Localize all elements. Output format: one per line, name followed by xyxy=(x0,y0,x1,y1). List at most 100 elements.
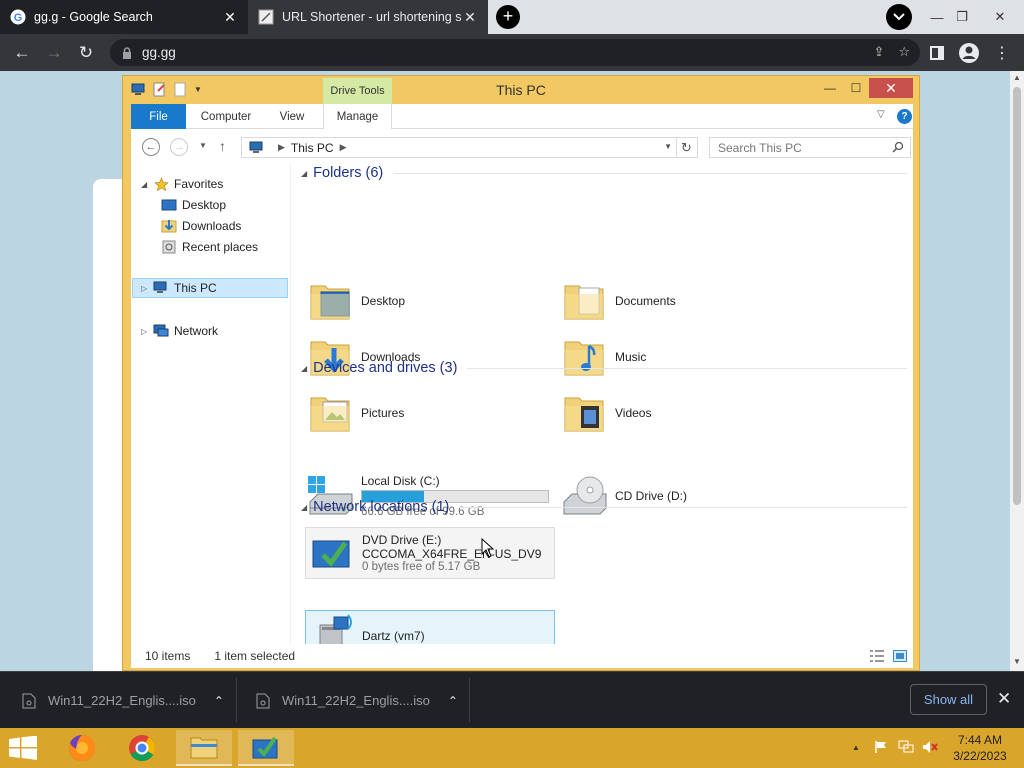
page-scrollbar[interactable]: ▲ ▼ xyxy=(1010,71,1024,671)
system-clock[interactable]: 7:44 AM 3/22/2023 xyxy=(940,732,1020,764)
breadcrumb-this-pc[interactable]: This PC xyxy=(291,141,334,155)
address-dropdown-icon[interactable]: ▼ xyxy=(664,142,672,151)
address-bar[interactable]: gg.gg ⇪ ☆ xyxy=(110,39,920,66)
ribbon-tab-view[interactable]: View xyxy=(268,104,316,129)
nav-item-desktop[interactable]: Desktop xyxy=(161,195,226,215)
group-header-folders[interactable]: ◢ Folders (6) xyxy=(301,163,907,183)
share-icon[interactable]: ⇪ xyxy=(873,44,884,60)
chevron-up-icon[interactable]: ⌃ xyxy=(448,694,458,708)
help-icon[interactable]: ? xyxy=(897,109,912,124)
videos-folder-icon xyxy=(559,388,609,438)
show-hidden-icons[interactable]: ▲ xyxy=(852,743,860,752)
desktop-icon xyxy=(161,197,177,213)
collapse-group-icon[interactable]: ◢ xyxy=(301,169,307,178)
ribbon-tab-computer[interactable]: Computer xyxy=(191,104,261,129)
folder-documents[interactable]: Documents xyxy=(559,275,809,327)
selection-count: 1 item selected xyxy=(214,649,296,663)
close-downloads-bar-icon[interactable]: ✕ xyxy=(997,689,1011,709)
nav-item-this-pc[interactable]: ▷ This PC xyxy=(132,278,288,298)
explorer-minimize-button[interactable]: — xyxy=(819,78,841,98)
large-icons-view-icon[interactable] xyxy=(893,650,907,665)
back-button[interactable]: ← xyxy=(9,40,35,66)
nav-item-favorites[interactable]: ◢ Favorites xyxy=(141,174,223,194)
show-all-button[interactable]: Show all xyxy=(910,684,987,715)
breadcrumb-arrow-icon[interactable]: ▶ xyxy=(340,142,347,153)
back-icon[interactable]: ← xyxy=(142,138,160,156)
close-window-button[interactable]: ✕ xyxy=(985,0,1015,34)
forward-icon[interactable]: → xyxy=(170,138,188,156)
nav-item-network[interactable]: ▷ Network xyxy=(141,321,218,341)
explorer-titlebar[interactable]: ▼ Drive Tools This PC — ☐ ✕ xyxy=(123,76,919,104)
restore-button[interactable]: ❐ xyxy=(947,0,977,34)
mouse-cursor-icon xyxy=(481,538,495,558)
side-panel-button[interactable] xyxy=(924,40,950,66)
chrome-icon xyxy=(129,735,156,762)
setup-icon xyxy=(252,736,278,759)
scroll-thumb[interactable] xyxy=(1013,87,1021,505)
chevron-up-icon[interactable]: ⌃ xyxy=(214,694,224,708)
side-panel-icon xyxy=(930,46,944,60)
nav-item-downloads[interactable]: Downloads xyxy=(161,216,241,236)
expand-icon[interactable]: ▷ xyxy=(141,284,151,293)
close-tab-icon[interactable]: ✕ xyxy=(462,9,478,26)
location-bar[interactable]: ▶ This PC ▶ ▼ xyxy=(241,137,677,158)
download-item[interactable]: Win11_22H2_Englis....iso ⌃ xyxy=(22,672,224,729)
forward-button[interactable]: → xyxy=(41,40,67,66)
google-icon: G xyxy=(10,9,26,25)
folder-pictures[interactable]: Pictures xyxy=(305,387,555,439)
collapse-group-icon[interactable]: ◢ xyxy=(301,364,307,373)
group-header-devices[interactable]: ◢ Devices and drives (3) xyxy=(301,358,907,378)
recent-locations-icon[interactable]: ▼ xyxy=(199,141,207,150)
network-tray-icon[interactable] xyxy=(898,740,914,757)
collapse-icon[interactable]: ◢ xyxy=(141,180,151,189)
taskbar-setup[interactable] xyxy=(238,730,294,766)
taskbar-firefox[interactable] xyxy=(54,730,110,766)
explorer-maximize-button[interactable]: ☐ xyxy=(845,78,867,98)
drive-dvd-e[interactable]: DVD Drive (E:) CCCOMA_X64FRE_EN-US_DV9 0… xyxy=(305,527,555,579)
bookmark-star-icon[interactable]: ☆ xyxy=(898,44,910,60)
folder-videos[interactable]: Videos xyxy=(559,387,809,439)
clock-time: 7:44 AM xyxy=(957,733,1003,747)
collapse-group-icon[interactable]: ◢ xyxy=(301,503,307,512)
firefox-icon xyxy=(69,735,95,761)
file-explorer-window: ▼ Drive Tools This PC — ☐ ✕ File Compute… xyxy=(122,75,920,671)
volume-muted-icon[interactable] xyxy=(922,740,938,757)
tab-title: gg.g - Google Search xyxy=(34,10,153,24)
menu-button[interactable]: ⋮ xyxy=(989,40,1015,66)
download-item[interactable]: Win11_22H2_Englis....iso ⌃ xyxy=(256,672,458,729)
tab-search-button[interactable] xyxy=(886,4,912,30)
refresh-button[interactable]: ↻ xyxy=(676,137,698,158)
drive-c-name: Local Disk (C:) xyxy=(361,474,440,488)
flag-icon[interactable] xyxy=(874,740,888,757)
expand-ribbon-icon[interactable]: ▽ xyxy=(877,109,885,120)
tab-google-search[interactable]: G gg.g - Google Search ✕ xyxy=(0,0,248,34)
taskbar: ▲ 7:44 AM 3/22/2023 xyxy=(0,728,1024,768)
browser-tab-strip: G gg.g - Google Search ✕ URL Shortener -… xyxy=(0,0,1024,34)
taskbar-chrome[interactable] xyxy=(114,730,170,766)
ribbon-tab-file[interactable]: File xyxy=(131,104,186,129)
details-view-icon[interactable] xyxy=(869,650,885,665)
avatar-icon xyxy=(959,43,979,63)
folder-desktop[interactable]: Desktop xyxy=(305,275,555,327)
items-pane: ◢ Folders (6) Desktop Documents Download… xyxy=(297,163,913,662)
profile-button[interactable] xyxy=(956,40,982,66)
up-icon[interactable]: ↑ xyxy=(219,138,226,154)
download-filename: Win11_22H2_Englis....iso xyxy=(48,693,196,708)
new-tab-button[interactable]: + xyxy=(496,5,520,29)
tab-url-shortener[interactable]: URL Shortener - url shortening se ✕ xyxy=(248,0,488,34)
search-input[interactable]: Search This PC xyxy=(709,137,911,158)
taskbar-file-explorer[interactable] xyxy=(176,730,232,766)
search-placeholder: Search This PC xyxy=(718,141,802,155)
breadcrumb-arrow-icon[interactable]: ▶ xyxy=(278,142,285,153)
windows-start-icon[interactable] xyxy=(8,735,38,763)
close-tab-icon[interactable]: ✕ xyxy=(222,9,238,26)
expand-icon[interactable]: ▷ xyxy=(141,327,151,336)
ribbon-tab-manage[interactable]: Manage xyxy=(323,104,392,129)
link-icon xyxy=(258,9,274,25)
scroll-up-icon[interactable]: ▲ xyxy=(1013,73,1021,82)
group-header-network[interactable]: ◢ Network locations (1) xyxy=(301,497,907,517)
nav-item-recent-places[interactable]: Recent places xyxy=(161,237,258,257)
reload-button[interactable]: ↻ xyxy=(73,40,99,66)
scroll-down-icon[interactable]: ▼ xyxy=(1013,657,1021,666)
explorer-close-button[interactable]: ✕ xyxy=(869,78,913,98)
